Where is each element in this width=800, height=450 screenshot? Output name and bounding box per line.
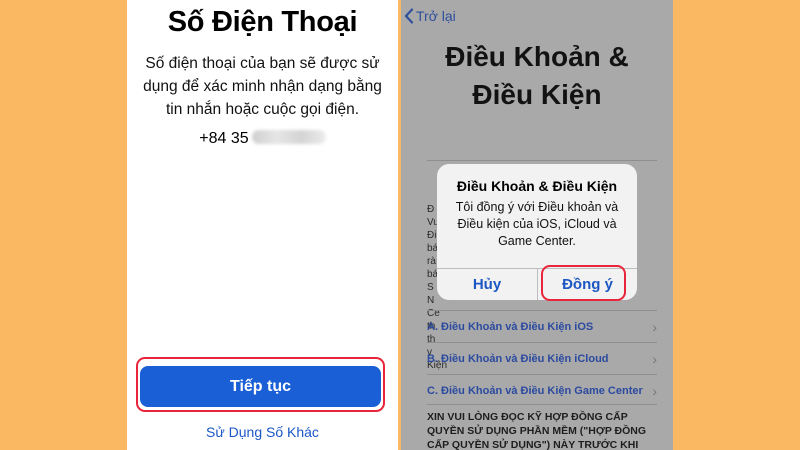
divider: [427, 342, 657, 343]
divider: [427, 404, 657, 405]
chevron-right-icon: ›: [652, 383, 657, 399]
divider: [427, 310, 657, 311]
alert-message: Tôi đồng ý với Điều khoản và Điều kiện c…: [455, 200, 619, 248]
terms-screen: Trở lại Điều Khoản & Điều Kiện Đ Vu Đi b…: [401, 0, 673, 450]
divider: [427, 160, 657, 161]
chevron-right-icon: ›: [652, 351, 657, 367]
agree-button-highlight: [541, 265, 626, 301]
page-title: Số Điện Thoại: [167, 6, 358, 38]
back-button[interactable]: Trở lại: [404, 8, 456, 24]
alert-title: Điều Khoản & Điều Kiện: [456, 178, 618, 194]
terms-link-icloud[interactable]: B. Điều Khoản và Điều Kiện iCloud ›: [427, 350, 657, 368]
phone-number-screen: Số Điện Thoại Số điện thoại của bạn sẽ đ…: [127, 0, 398, 450]
cancel-button[interactable]: Hủy: [437, 268, 537, 300]
terms-link-game-center[interactable]: C. Điều Khoản và Điều Kiện Game Center ›: [427, 382, 657, 400]
divider: [427, 374, 657, 375]
link-label: A. Điều Khoản và Điều Kiện iOS: [427, 321, 594, 333]
terms-link-ios[interactable]: A. Điều Khoản và Điều Kiện iOS ›: [427, 318, 657, 336]
title-line-1: Điều Khoản &: [445, 41, 629, 72]
link-label: C. Điều Khoản và Điều Kiện Game Center: [427, 385, 643, 397]
back-label: Trở lại: [416, 8, 456, 24]
phone-description: Số điện thoại của bạn sẽ được sử dụng để…: [143, 55, 382, 118]
page-title: Điều Khoản & Điều Kiện: [401, 38, 673, 114]
use-other-number-link[interactable]: Sử Dụng Số Khác: [127, 424, 398, 440]
title-line-2: Điều Kiện: [472, 79, 602, 110]
phone-number-blurred: [251, 130, 326, 144]
license-text: XIN VUI LÒNG ĐỌC KỸ HỢP ĐỒNG CẤP QUYỀN S…: [427, 411, 647, 450]
continue-button[interactable]: Tiếp tục: [140, 366, 381, 407]
link-label: B. Điều Khoản và Điều Kiện iCloud: [427, 353, 609, 365]
phone-prefix: +84 35: [199, 130, 249, 147]
chevron-right-icon: ›: [652, 319, 657, 335]
chevron-left-icon: [404, 8, 414, 24]
phone-number: +84 35: [127, 130, 398, 148]
